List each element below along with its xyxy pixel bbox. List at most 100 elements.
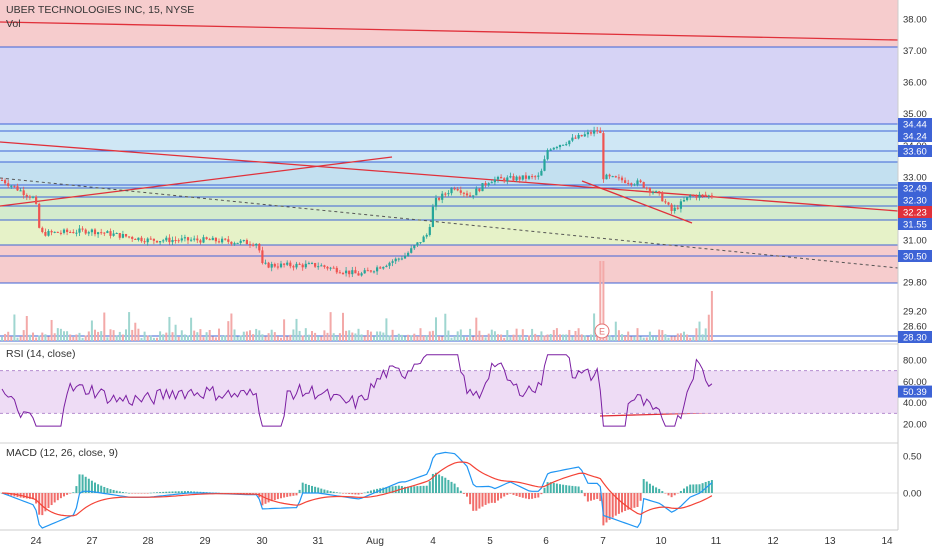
macd-histogram-bar xyxy=(165,491,168,493)
macd-histogram-bar xyxy=(676,493,679,494)
time-tick-label: 30 xyxy=(256,536,268,547)
macd-histogram-bar xyxy=(707,480,710,493)
volume-bar xyxy=(41,332,44,341)
candle-body xyxy=(239,240,242,243)
volume-bar xyxy=(224,335,227,341)
volume-bar xyxy=(298,330,301,341)
volume-bar xyxy=(252,334,255,341)
macd-histogram-bar xyxy=(326,490,329,493)
volume-bar xyxy=(484,337,487,341)
candle-body xyxy=(152,238,155,241)
candle-body xyxy=(47,230,50,236)
candle-body xyxy=(323,265,326,267)
macd-histogram-bar xyxy=(555,483,558,493)
candle-body xyxy=(258,243,261,251)
macd-histogram-bar xyxy=(509,493,512,494)
volume-bar xyxy=(205,332,208,341)
zone-green xyxy=(0,188,898,220)
zone-light-blue xyxy=(0,124,898,162)
macd-histogram-bar xyxy=(710,480,713,493)
candle-body xyxy=(636,180,639,185)
volume-bar xyxy=(227,321,230,341)
macd-histogram-bar xyxy=(137,493,140,494)
candle-body xyxy=(667,202,670,205)
candle-body xyxy=(527,176,531,179)
macd-histogram-bar xyxy=(630,493,633,509)
macd-histogram-bar xyxy=(617,493,620,514)
volume-bar xyxy=(261,334,264,341)
candle-body xyxy=(286,262,289,265)
volume-bar xyxy=(233,329,236,341)
macd-histogram-bar xyxy=(487,493,490,504)
volume-bar xyxy=(332,333,335,341)
macd-histogram-bar xyxy=(323,489,326,493)
volume-bar xyxy=(577,328,580,341)
volume-bar xyxy=(47,336,50,341)
candle-body xyxy=(298,263,301,265)
macd-histogram-bar xyxy=(568,485,571,493)
volume-bar xyxy=(187,335,189,341)
macd-histogram-bar xyxy=(81,474,84,493)
candle-body xyxy=(605,174,608,180)
candle-body xyxy=(137,237,140,240)
candle-body xyxy=(199,240,202,243)
volume-bar xyxy=(245,331,248,341)
volume-bar xyxy=(177,336,180,341)
candle-body xyxy=(366,270,369,272)
volume-bar xyxy=(329,312,332,341)
candle-body xyxy=(379,267,382,269)
macd-histogram-bar xyxy=(493,493,496,503)
zone-blue xyxy=(0,162,898,188)
chart-root[interactable]: E 38.0037.0036.0035.0034.0033.0032.0031.… xyxy=(0,0,932,550)
time-tick-label: Aug xyxy=(366,536,384,547)
candle-body xyxy=(50,230,53,233)
time-tick-label: 7 xyxy=(600,536,606,547)
candle-body xyxy=(245,240,248,245)
volume-bar xyxy=(555,328,558,341)
macd-histogram-bar xyxy=(143,493,146,494)
macd-histogram-bar xyxy=(366,491,369,493)
candle-body xyxy=(710,195,713,197)
volume-bar xyxy=(636,328,639,341)
macd-histogram-bar xyxy=(276,493,279,500)
macd-histogram-bar xyxy=(69,493,72,494)
candle-body xyxy=(410,248,413,253)
macd-histogram-bar xyxy=(571,485,574,493)
candle-body xyxy=(614,176,617,178)
volume-bar xyxy=(338,333,341,341)
macd-histogram-bar xyxy=(580,490,583,493)
volume-bar xyxy=(481,334,484,341)
candle-body xyxy=(589,132,593,134)
volume-bar xyxy=(679,333,682,341)
volume-bar xyxy=(416,336,419,341)
volume-bar xyxy=(438,336,441,341)
candle-body xyxy=(360,273,363,276)
candle-body xyxy=(549,149,552,151)
volume-bar xyxy=(518,334,521,341)
chart-svg[interactable]: E 38.0037.0036.0035.0034.0033.0032.0031.… xyxy=(0,0,932,550)
candle-body xyxy=(66,229,69,232)
volume-bar xyxy=(373,336,375,341)
macd-histogram-bar xyxy=(103,486,106,493)
candle-body xyxy=(351,270,354,275)
volume-bar xyxy=(534,333,537,341)
candle-body xyxy=(593,130,596,134)
candle-body xyxy=(134,238,137,240)
time-tick-label: 28 xyxy=(142,536,154,547)
candle-body xyxy=(16,186,19,191)
volume-bar xyxy=(515,328,518,341)
macd-histogram-bar xyxy=(515,493,518,496)
volume-bar xyxy=(540,331,543,341)
volume-bar xyxy=(280,337,282,341)
candle-body xyxy=(472,195,475,197)
volume-bar xyxy=(16,337,19,341)
macd-histogram-bar xyxy=(577,486,580,493)
candle-body xyxy=(196,238,199,241)
candle-body xyxy=(391,261,394,263)
candle-body xyxy=(338,272,341,274)
volume-bar xyxy=(521,329,524,341)
macd-pane xyxy=(0,442,932,529)
candle-body xyxy=(633,184,636,186)
macd-histogram-bar xyxy=(466,493,468,497)
volume-bar xyxy=(571,336,574,341)
